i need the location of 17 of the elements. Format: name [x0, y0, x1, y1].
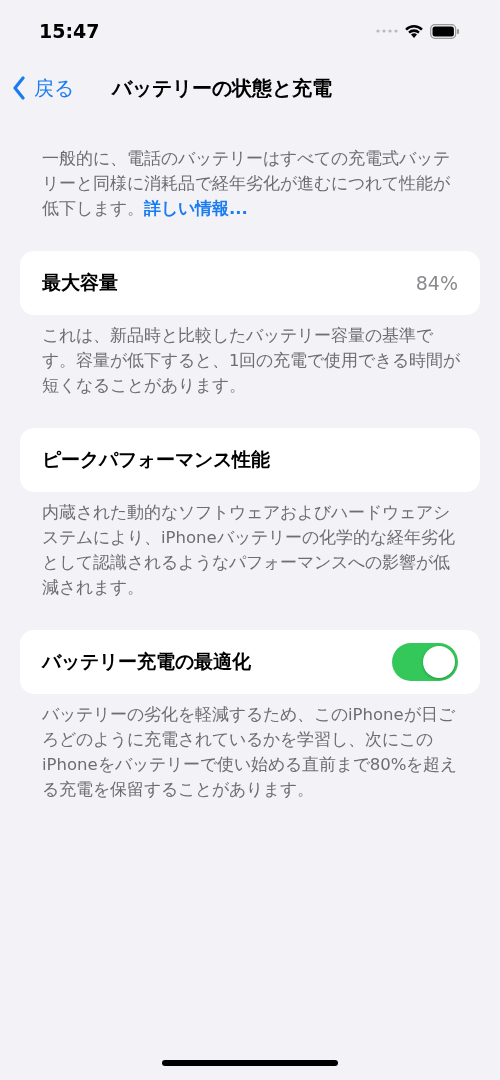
row-value: 84% [415, 272, 458, 294]
status-time: 15:47 [39, 20, 100, 42]
wifi-icon [404, 23, 424, 39]
row-label: ピークパフォーマンス性能 [42, 447, 270, 472]
intro-text: 一般的に、電話のバッテリーはすべての充電式バッテリーと同様に消耗品で経年劣化が進むにつれて性能が低下します。詳しい情報... [42, 148, 451, 220]
section-footer-text: これは、新品時と比較したバッテリー容量の基準です。容量が低下すると、1回の充電で使用できる時間が短くなることがあります。 [42, 325, 462, 397]
learn-more-link[interactable]: 詳しい情報... [144, 199, 248, 218]
chevron-left-icon [12, 76, 26, 100]
toggle-switch[interactable] [392, 643, 458, 681]
battery-icon [430, 23, 460, 39]
signal-icon [376, 29, 398, 33]
row-label: バッテリー充電の最適化 [42, 649, 251, 674]
row-label: 最大容量 [42, 270, 118, 295]
section-footer-text: バッテリーの劣化を軽減するため、このiPhoneが日ごろどのように充電されているかを学習し、次にこのiPhoneをバッテリーで使い始める直前まで80%を超える充電を保留することがあります。 [42, 704, 459, 801]
back-button[interactable]: 戻る [12, 74, 74, 102]
page-title: バッテリーの状態と充電 [112, 74, 332, 102]
section-footer-text: 内蔵された動的なソフトウェアおよびハードウェアシステムにより、iPhoneバッテリーの化学的な経年劣化として認識されるようなパフォーマンスへの影響が低減されます。 [42, 502, 456, 599]
